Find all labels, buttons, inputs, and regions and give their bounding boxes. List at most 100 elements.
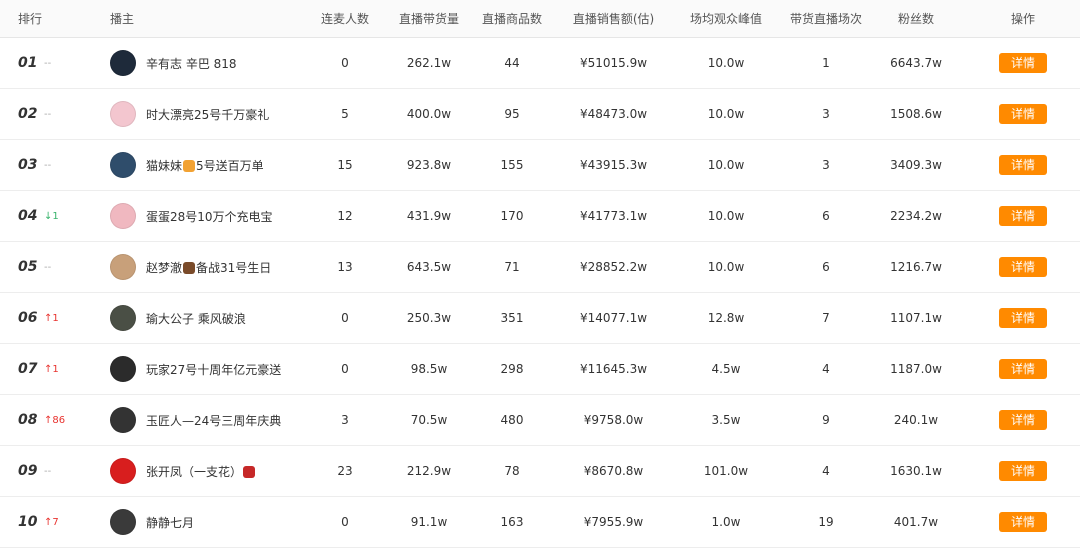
session-count: 7 — [822, 311, 830, 325]
goods-count: 44 — [504, 56, 520, 70]
anchor-name[interactable]: 张开凤（一支花） — [146, 463, 256, 480]
lian-count: 0 — [341, 311, 349, 325]
rank-number: 10 — [18, 514, 38, 530]
anchor-name[interactable]: 玩家27号十周年亿元豪送 — [146, 361, 281, 378]
sales-volume: 70.5w — [410, 413, 448, 427]
rank-cell: 09 -- — [0, 463, 110, 479]
fans-count: 240.1w — [893, 413, 939, 427]
sales-amount: ¥7955.9w — [583, 515, 644, 529]
rank-cell: 03 -- — [0, 157, 110, 173]
rank-number: 04 — [18, 208, 38, 224]
anchor-name[interactable]: 猫妹妹 5号送百万单 — [146, 157, 264, 174]
details-button[interactable]: 详情 — [998, 206, 1047, 226]
table-header: 排行 播主 连麦人数 直播带货量 直播商品数 直播销售额(估) 场均观众峰值 带… — [0, 0, 1080, 38]
avatar[interactable] — [110, 152, 136, 178]
avatar[interactable] — [110, 509, 136, 535]
rank-number: 09 — [18, 463, 38, 479]
sales-amount: ¥48473.0w — [579, 107, 648, 121]
fans-count: 2234.2w — [890, 209, 942, 223]
table-row: 09 -- 张开凤（一支花） 23 212.9w 78 ¥8670.8w 101… — [0, 446, 1080, 497]
anchor-name[interactable]: 时大漂亮25号千万豪礼 — [146, 106, 269, 123]
header-anchor: 播主 — [110, 12, 135, 26]
sales-amount: ¥11645.3w — [579, 362, 648, 376]
session-count: 4 — [822, 464, 830, 478]
peak-viewers: 4.5w — [711, 362, 741, 376]
rank-trend: ↑1 — [44, 363, 59, 375]
goods-count: 163 — [500, 515, 524, 529]
rank-number: 05 — [18, 259, 38, 275]
sales-volume: 431.9w — [406, 209, 452, 223]
details-button[interactable]: 详情 — [998, 512, 1047, 532]
peak-viewers: 10.0w — [707, 260, 745, 274]
lian-count: 15 — [337, 158, 353, 172]
avatar[interactable] — [110, 203, 136, 229]
anchor-name[interactable]: 静静七月 — [146, 514, 194, 531]
anchor-name[interactable]: 赵梦澈 备战31号生日 — [146, 259, 271, 276]
sales-amount: ¥28852.2w — [579, 260, 648, 274]
op-cell: 详情 — [966, 410, 1080, 430]
op-cell: 详情 — [966, 308, 1080, 328]
anchor-name[interactable]: 辛有志 辛巴 818 — [146, 55, 237, 72]
table-row: 03 -- 猫妹妹 5号送百万单 15 923.8w 155 ¥43915.3w … — [0, 140, 1080, 191]
session-count: 4 — [822, 362, 830, 376]
anchor-cell: 时大漂亮25号千万豪礼 — [110, 101, 295, 127]
sales-volume: 643.5w — [406, 260, 452, 274]
details-button[interactable]: 详情 — [998, 155, 1047, 175]
avatar[interactable] — [110, 305, 136, 331]
anchor-name-part: 赵梦澈 — [146, 260, 183, 275]
op-cell: 详情 — [966, 461, 1080, 481]
anchor-cell: 辛有志 辛巴 818 — [110, 50, 295, 76]
header-lian: 连麦人数 — [320, 12, 369, 26]
header-rank: 排行 — [18, 12, 43, 26]
table-row: 06 ↑1 瑜大公子 乘风破浪 0 250.3w 351 ¥14077.1w 1… — [0, 293, 1080, 344]
lian-count: 0 — [341, 362, 349, 376]
rank-cell: 05 -- — [0, 259, 110, 275]
sales-volume: 91.1w — [410, 515, 448, 529]
emoji-icon — [183, 159, 196, 172]
sales-amount: ¥43915.3w — [579, 158, 648, 172]
avatar[interactable] — [110, 356, 136, 382]
sales-amount: ¥14077.1w — [579, 311, 648, 325]
details-button[interactable]: 详情 — [998, 359, 1047, 379]
anchor-name-part: 5号送百万单 — [196, 158, 264, 173]
anchor-name[interactable]: 玉匠人—24号三周年庆典 — [146, 412, 281, 429]
anchor-name-part: 张开凤（一支花） — [146, 464, 243, 479]
anchor-cell: 赵梦澈 备战31号生日 — [110, 254, 295, 280]
peak-viewers: 3.5w — [711, 413, 741, 427]
peak-viewers: 12.8w — [707, 311, 745, 325]
anchor-cell: 玉匠人—24号三周年庆典 — [110, 407, 295, 433]
avatar[interactable] — [110, 407, 136, 433]
sales-amount: ¥8670.8w — [583, 464, 644, 478]
sales-volume: 98.5w — [410, 362, 448, 376]
goods-count: 480 — [500, 413, 524, 427]
avatar[interactable] — [110, 254, 136, 280]
op-cell: 详情 — [966, 512, 1080, 532]
details-button[interactable]: 详情 — [998, 461, 1047, 481]
details-button[interactable]: 详情 — [998, 257, 1047, 277]
fans-count: 1107.1w — [890, 311, 942, 325]
details-button[interactable]: 详情 — [998, 104, 1047, 124]
peak-viewers: 10.0w — [707, 158, 745, 172]
avatar[interactable] — [110, 101, 136, 127]
details-button[interactable]: 详情 — [998, 410, 1047, 430]
emoji-icon — [243, 465, 256, 478]
details-button[interactable]: 详情 — [998, 308, 1047, 328]
goods-count: 95 — [504, 107, 520, 121]
sales-amount: ¥9758.0w — [583, 413, 644, 427]
sales-volume: 400.0w — [406, 107, 452, 121]
table-row: 07 ↑1 玩家27号十周年亿元豪送 0 98.5w 298 ¥11645.3w… — [0, 344, 1080, 395]
anchor-name[interactable]: 瑜大公子 乘风破浪 — [146, 310, 246, 327]
header-volume: 直播带货量 — [398, 12, 459, 26]
anchor-name-part: 备战31号生日 — [196, 260, 272, 275]
anchor-name[interactable]: 蛋蛋28号10万个充电宝 — [146, 208, 273, 225]
details-button[interactable]: 详情 — [998, 53, 1047, 73]
goods-count: 71 — [504, 260, 520, 274]
sales-volume: 212.9w — [406, 464, 452, 478]
sales-amount: ¥41773.1w — [579, 209, 648, 223]
session-count: 6 — [822, 260, 830, 274]
session-count: 3 — [822, 107, 830, 121]
table-row: 02 -- 时大漂亮25号千万豪礼 5 400.0w 95 ¥48473.0w … — [0, 89, 1080, 140]
goods-count: 170 — [500, 209, 524, 223]
avatar[interactable] — [110, 50, 136, 76]
avatar[interactable] — [110, 458, 136, 484]
